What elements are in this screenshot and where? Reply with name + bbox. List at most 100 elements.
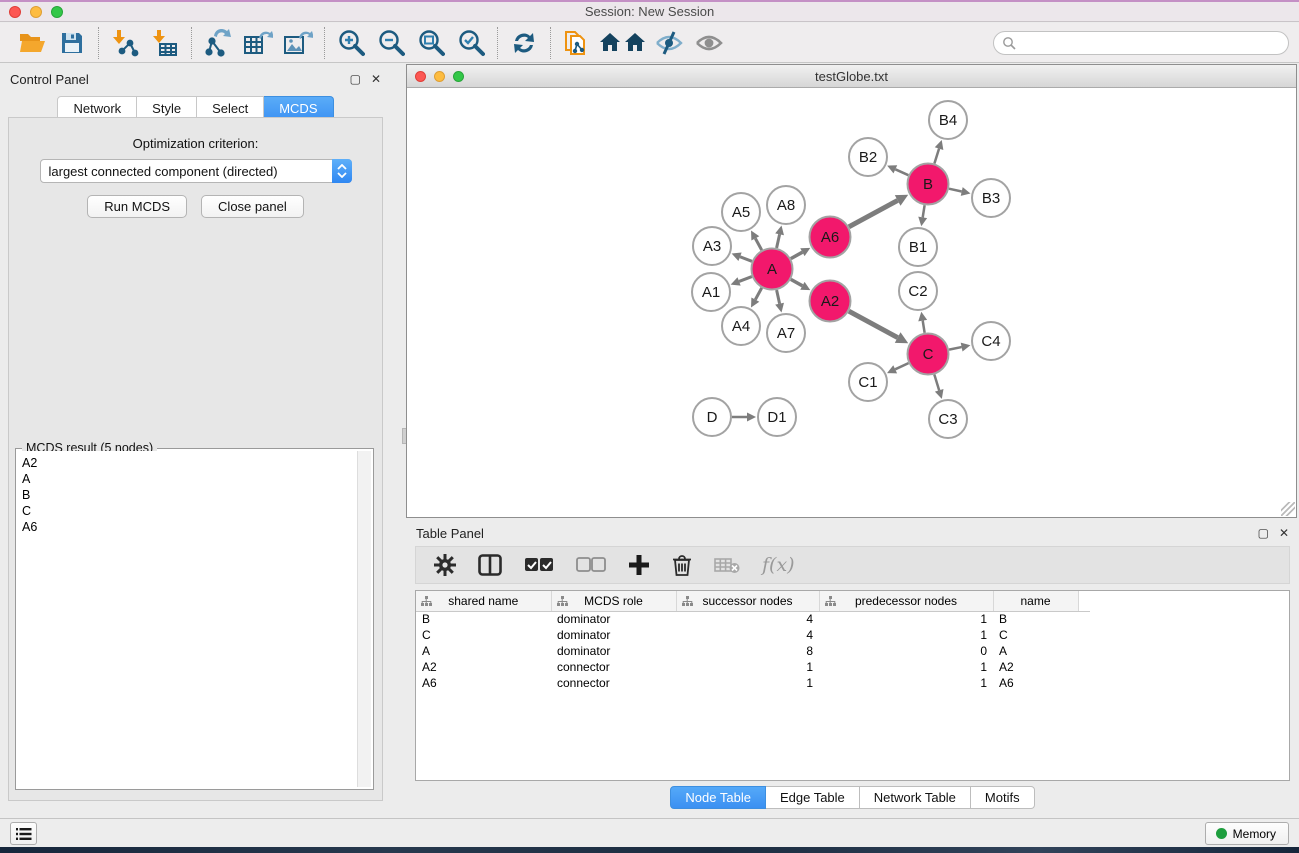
table-row[interactable]: A2connector11A2 [416, 659, 1090, 675]
export-network-icon[interactable] [198, 26, 238, 60]
graph-edge[interactable] [740, 257, 752, 262]
table-cell[interactable]: 1 [819, 659, 993, 675]
graph-edge[interactable] [895, 363, 908, 369]
add-column-icon[interactable] [628, 554, 650, 576]
delete-icon[interactable] [672, 554, 692, 577]
table-cell[interactable]: A [416, 643, 551, 659]
task-history-icon[interactable] [10, 822, 37, 845]
clone-network-icon[interactable] [557, 26, 597, 60]
column-view-icon[interactable] [478, 554, 502, 576]
table-cell[interactable]: dominator [551, 611, 676, 627]
table-cell[interactable]: dominator [551, 643, 676, 659]
table-cell[interactable]: 1 [819, 675, 993, 691]
save-session-icon[interactable] [52, 26, 92, 60]
tab-edge-table[interactable]: Edge Table [766, 786, 860, 809]
table-cell[interactable]: A [993, 643, 1078, 659]
open-file-icon[interactable] [12, 26, 52, 60]
criterion-dropdown[interactable]: largest connected component (directed) [40, 159, 352, 183]
import-network-icon[interactable] [105, 26, 145, 60]
home-icon[interactable] [597, 26, 649, 60]
result-list-item[interactable]: A2 [22, 455, 357, 471]
table-cell[interactable]: A2 [993, 659, 1078, 675]
float-panel-icon[interactable]: ▢ [350, 73, 361, 85]
graph-edge[interactable] [895, 169, 908, 175]
table-row[interactable]: Cdominator41C [416, 627, 1090, 643]
column-header[interactable]: MCDS role [551, 591, 676, 611]
memory-button[interactable]: Memory [1205, 822, 1289, 845]
export-table-icon[interactable] [238, 26, 278, 60]
run-mcds-button[interactable]: Run MCDS [87, 195, 187, 218]
search-box[interactable] [993, 31, 1289, 55]
table-row[interactable]: A6connector11A6 [416, 675, 1090, 691]
table-cell[interactable]: A6 [416, 675, 551, 691]
table-cell[interactable]: connector [551, 675, 676, 691]
export-image-icon[interactable] [278, 26, 318, 60]
graph-edge[interactable] [777, 290, 780, 304]
tab-network-table[interactable]: Network Table [860, 786, 971, 809]
deselect-all-icon[interactable] [576, 557, 606, 573]
graph-edge[interactable] [739, 277, 752, 282]
table-cell[interactable]: 1 [819, 627, 993, 643]
hide-eye-icon[interactable] [649, 26, 689, 60]
table-cell[interactable]: B [993, 611, 1078, 627]
result-list-item[interactable]: B [22, 487, 357, 503]
resize-grip-icon[interactable] [1281, 502, 1295, 516]
column-header[interactable]: shared name [416, 591, 551, 611]
refresh-icon[interactable] [504, 26, 544, 60]
graph-edge[interactable] [755, 238, 761, 250]
table-row[interactable]: Adominator80A [416, 643, 1090, 659]
gear-icon[interactable] [434, 554, 456, 576]
float-table-panel-icon[interactable]: ▢ [1258, 527, 1269, 539]
zoom-selected-icon[interactable] [451, 26, 491, 60]
table-cell[interactable]: 1 [676, 675, 819, 691]
network-graph[interactable]: B4B2BB3A8A5A6B1A3AC2A1A2A4A7C4CC1C3DD1 [407, 88, 1296, 517]
graph-edge[interactable] [849, 200, 898, 226]
table-cell[interactable]: A6 [993, 675, 1078, 691]
select-all-icon[interactable] [524, 557, 554, 573]
graph-edge[interactable] [934, 149, 939, 164]
zoom-in-icon[interactable] [331, 26, 371, 60]
graph-edge[interactable] [791, 279, 803, 285]
table-cell[interactable]: 1 [676, 659, 819, 675]
graph-edge[interactable] [791, 252, 803, 258]
table-cell[interactable]: dominator [551, 627, 676, 643]
result-list-item[interactable]: A [22, 471, 357, 487]
network-canvas[interactable]: B4B2BB3A8A5A6B1A3AC2A1A2A4A7C4CC1C3DD1 [407, 88, 1296, 517]
close-panel-button[interactable]: Close panel [201, 195, 304, 218]
column-header[interactable]: name [993, 591, 1078, 611]
close-table-panel-icon[interactable]: ✕ [1279, 527, 1289, 539]
table-cell[interactable]: B [416, 611, 551, 627]
graph-edge[interactable] [755, 288, 761, 300]
node-table[interactable]: shared nameMCDS rolesuccessor nodesprede… [415, 590, 1290, 781]
table-cell[interactable]: 0 [819, 643, 993, 659]
tab-motifs[interactable]: Motifs [971, 786, 1035, 809]
table-cell[interactable]: C [416, 627, 551, 643]
result-scrollbar[interactable] [357, 451, 371, 787]
zoom-out-icon[interactable] [371, 26, 411, 60]
table-cell[interactable]: 4 [676, 611, 819, 627]
graph-edge[interactable] [923, 321, 925, 333]
graph-edge[interactable] [934, 375, 939, 391]
table-cell[interactable]: C [993, 627, 1078, 643]
result-list-item[interactable]: C [22, 503, 357, 519]
close-panel-icon[interactable]: ✕ [371, 73, 381, 85]
table-cell[interactable]: A2 [416, 659, 551, 675]
table-row[interactable]: Bdominator41B [416, 611, 1090, 627]
table-cell[interactable]: 8 [676, 643, 819, 659]
table-cell[interactable]: 4 [676, 627, 819, 643]
graph-edge[interactable] [949, 189, 962, 192]
graph-edge[interactable] [949, 347, 962, 350]
search-input[interactable] [1016, 36, 1288, 50]
mcds-result-list[interactable]: A2ABCA6 [18, 451, 357, 787]
table-cell[interactable]: connector [551, 659, 676, 675]
tab-node-table[interactable]: Node Table [670, 786, 766, 809]
graph-edge[interactable] [777, 234, 780, 248]
result-list-item[interactable]: A6 [22, 519, 357, 535]
column-header[interactable]: successor nodes [676, 591, 819, 611]
graph-edge[interactable] [849, 311, 898, 337]
table-cell[interactable]: 1 [819, 611, 993, 627]
zoom-fit-icon[interactable] [411, 26, 451, 60]
show-eye-icon[interactable] [689, 26, 729, 60]
graph-edge[interactable] [923, 205, 925, 217]
import-table-icon[interactable] [145, 26, 185, 60]
